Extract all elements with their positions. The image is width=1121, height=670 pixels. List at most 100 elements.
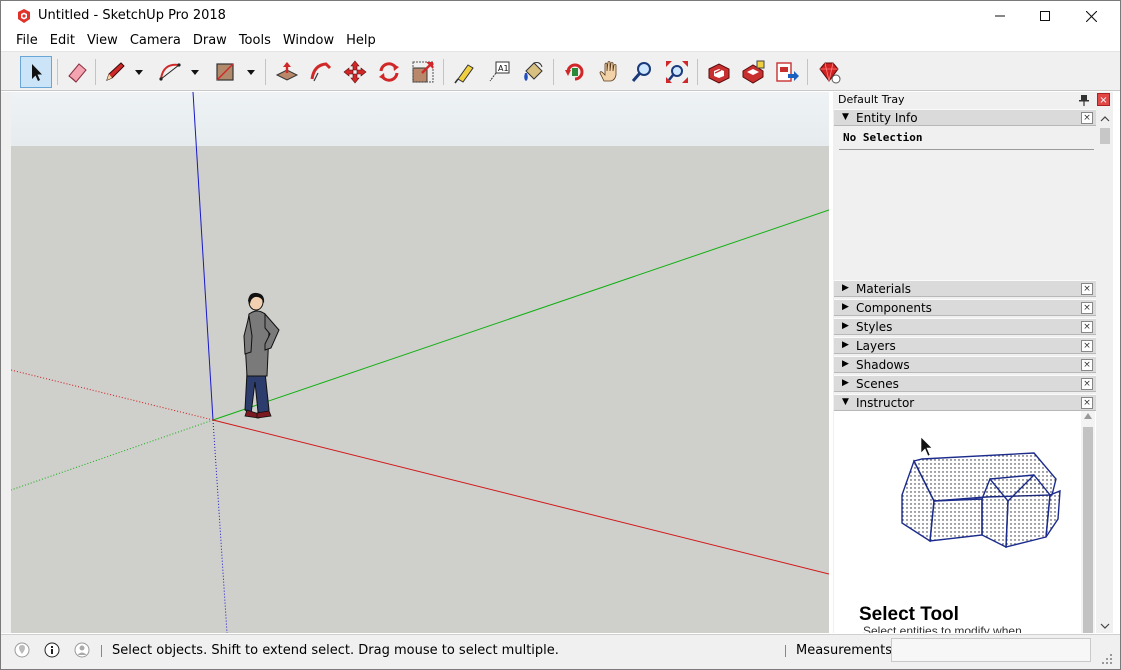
panel-close-button[interactable]: × [1081,283,1093,295]
collapsed-arrow-icon: ▶ [842,340,849,350]
rectangle-icon [216,63,234,81]
tray-scrollbar[interactable] [1098,108,1112,633]
pin-icon[interactable] [1079,94,1089,106]
paint-bucket-tool-button[interactable] [517,56,549,88]
tape-measure-tool-button[interactable] [449,56,481,88]
menu-draw[interactable]: Draw [187,31,233,51]
panel-label: Scenes [856,377,899,391]
scroll-thumb[interactable] [1100,128,1110,144]
scale-icon [412,61,434,83]
panel-header-entity-info[interactable]: ▼ Entity Info × [834,109,1096,126]
chevron-down-icon[interactable] [190,67,200,77]
panel-close-button[interactable]: × [1081,359,1093,371]
send-to-layout-button[interactable] [771,56,803,88]
minimize-button[interactable] [977,1,1023,31]
chevron-down-icon[interactable] [246,67,256,77]
menu-file[interactable]: File [10,31,44,51]
eraser-tool-button[interactable] [61,56,93,88]
rotate-tool-button[interactable] [373,56,405,88]
main-toolbar: A1 [1,51,1120,91]
entity-info-body: No Selection [834,127,1096,280]
user-account-icon[interactable] [74,642,90,658]
rectangle-tool-button[interactable] [209,56,241,88]
extension-manager-button[interactable] [813,56,845,88]
toolbar-separator [95,59,96,85]
chevron-up-icon[interactable] [1098,112,1112,126]
menu-window[interactable]: Window [277,31,340,51]
move-icon [343,60,367,84]
eraser-icon [68,63,87,83]
line-tool-button[interactable] [99,56,131,88]
pan-tool-button[interactable] [593,56,625,88]
scroll-up-icon[interactable] [1084,413,1092,419]
follow-me-tool-button[interactable] [305,56,337,88]
menu-view[interactable]: View [81,31,124,51]
panel-close-button[interactable]: × [1081,340,1093,352]
status-divider [785,645,786,657]
status-message: Select objects. Shift to extend select. … [112,643,559,658]
arc-tool-button[interactable] [154,56,186,88]
layout-export-icon [776,62,799,82]
panel-close-button[interactable]: × [1081,112,1093,124]
tray-title: Default Tray [838,93,905,106]
chevron-down-icon[interactable] [134,67,144,77]
menu-help[interactable]: Help [340,31,382,51]
select-tool-button[interactable] [20,56,52,88]
sketchup-window: Untitled - SketchUp Pro 2018 File Edit V… [0,0,1121,670]
chevron-down-icon[interactable] [1098,619,1112,633]
tray-header: Default Tray × [833,92,1113,108]
select-arrow-icon [32,64,42,81]
extension-warehouse-button[interactable] [737,56,769,88]
menu-camera[interactable]: Camera [124,31,187,51]
panel-header-shadows[interactable]: ▶ Shadows × [834,356,1096,373]
move-tool-button[interactable] [339,56,371,88]
zoom-extents-tool-button[interactable] [661,56,693,88]
axes-scene [11,92,829,633]
text-tool-button[interactable]: A1 [483,56,515,88]
panel-label: Materials [856,282,912,296]
text-label-icon: A1 [489,61,510,82]
panel-label: Layers [856,339,896,353]
zoom-tool-button[interactable] [627,56,659,88]
tray-close-button[interactable]: × [1097,93,1110,106]
divider [839,149,1094,150]
orbit-tool-button[interactable] [559,56,591,88]
blue-axis-solid [192,92,214,421]
close-icon [1085,10,1097,22]
green-axis-solid [212,209,829,421]
panel-header-instructor[interactable]: ▼ Instructor × [834,394,1096,411]
instructor-scrollbar[interactable] [1081,411,1095,633]
orbit-icon [565,63,584,81]
info-credits-icon[interactable] [44,642,60,658]
close-button[interactable] [1068,1,1114,31]
pushpin-icon [1079,95,1089,106]
panel-close-button[interactable]: × [1081,321,1093,333]
blue-axis-dotted [212,419,228,633]
panel-close-button[interactable]: × [1081,302,1093,314]
measurements-input[interactable] [891,638,1091,662]
menu-bar: File Edit View Camera Draw Tools Window … [1,31,1120,51]
panel-header-scenes[interactable]: ▶ Scenes × [834,375,1096,392]
panel-close-button[interactable]: × [1081,378,1093,390]
panel-header-layers[interactable]: ▶ Layers × [834,337,1096,354]
panel-header-components[interactable]: ▶ Components × [834,299,1096,316]
resize-grip-icon[interactable] [1101,653,1113,665]
panel-close-button[interactable]: × [1081,397,1093,409]
geo-location-icon[interactable] [14,642,30,658]
panel-header-materials[interactable]: ▶ Materials × [834,280,1096,297]
push-pull-tool-button[interactable] [271,56,303,88]
menu-tools[interactable]: Tools [233,31,277,51]
scroll-thumb[interactable] [1083,427,1093,633]
toolbar-separator [57,59,58,85]
maximize-button[interactable] [1022,1,1068,31]
collapsed-arrow-icon: ▶ [842,378,849,388]
3d-warehouse-button[interactable] [703,56,735,88]
expanded-arrow-icon: ▼ [842,397,849,407]
scale-tool-button[interactable] [407,56,439,88]
menu-edit[interactable]: Edit [44,31,81,51]
modeling-viewport[interactable] [11,92,829,633]
expanded-arrow-icon: ▼ [842,112,849,122]
toolbar-separator [443,59,444,85]
panel-header-styles[interactable]: ▶ Styles × [834,318,1096,335]
measurements-label: Measurements [796,643,893,658]
